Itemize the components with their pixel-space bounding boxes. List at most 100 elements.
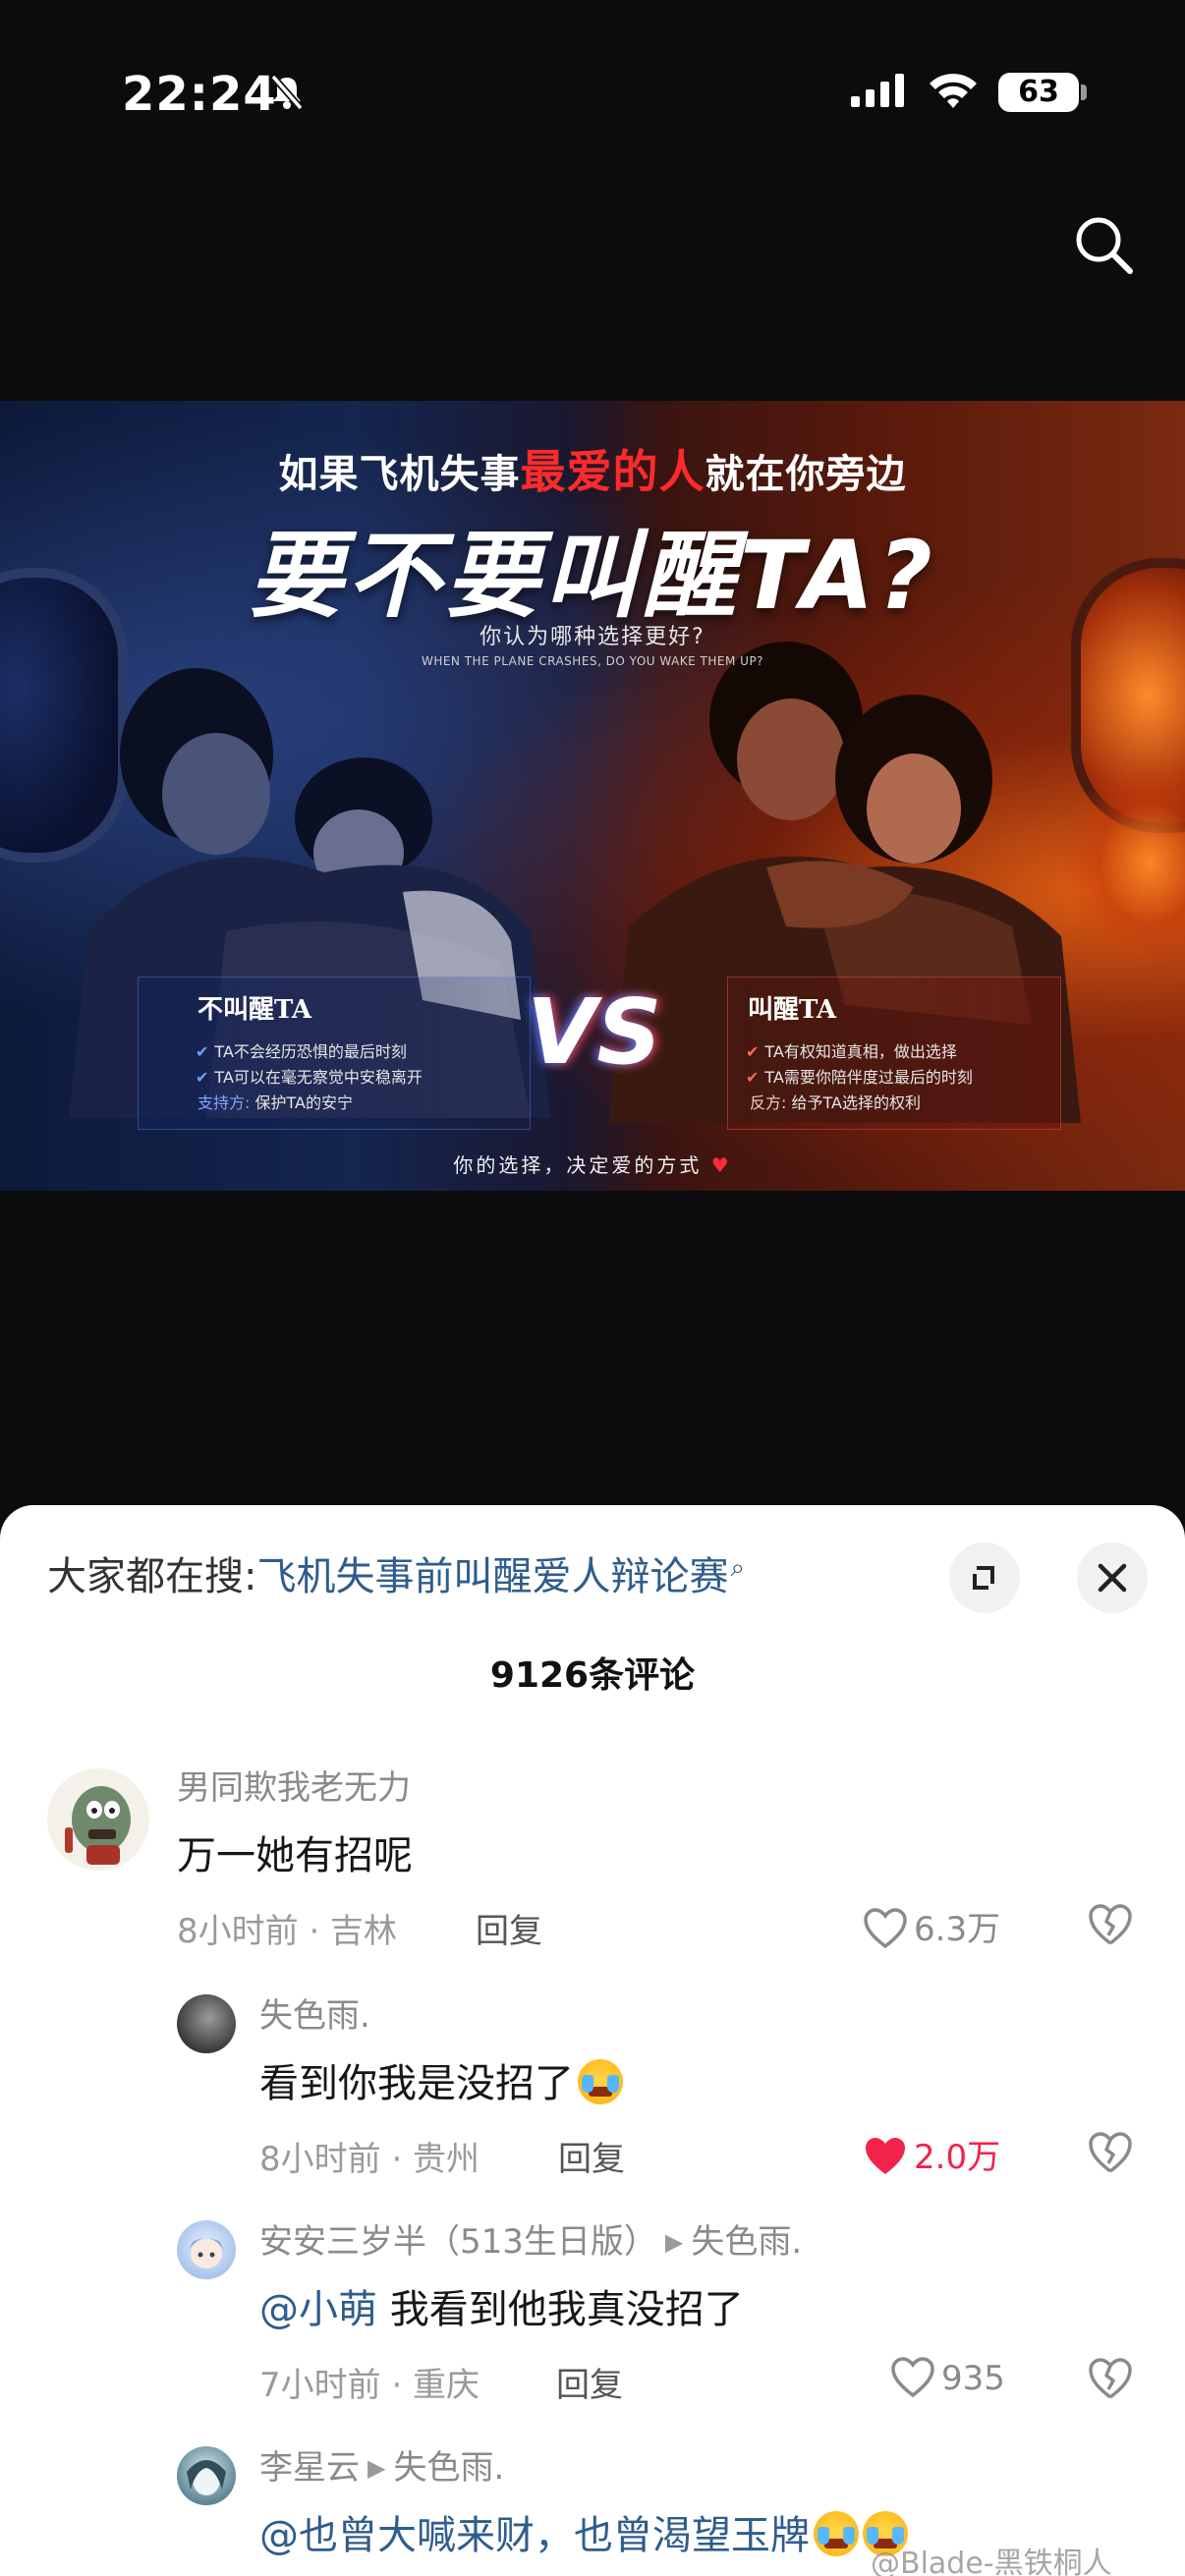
side-text: 给予TA选择的权利 — [791, 1093, 921, 1112]
like-button[interactable]: 6.3万 — [863, 1902, 1000, 1950]
broken-heart-icon — [1089, 1904, 1132, 1945]
check-icon: ✔ — [746, 1068, 760, 1087]
trending-label: 大家都在搜: — [47, 1554, 257, 1599]
heart-outline-icon — [891, 2357, 934, 2398]
option-wake-side: 反方: 给予TA选择的权利 — [750, 1090, 921, 1113]
reply-to-author[interactable]: 失色雨. — [691, 2222, 802, 2262]
like-count: 2.0万 — [914, 2138, 1001, 2177]
search-small-icon: ⌕ — [730, 1552, 746, 1583]
trending-query-link[interactable]: 飞机失事前叫醒爱人辩论赛 — [256, 1554, 728, 1599]
comment-author-line: 李星云 ▶ 失色雨. — [259, 2440, 504, 2489]
headline-highlight: 最爱的人 — [520, 445, 705, 498]
option-wake-item: ✔ TA有权知道真相，做出选择 — [746, 1038, 957, 1062]
search-icon — [1076, 217, 1133, 274]
reply-button[interactable]: 回复 — [556, 2358, 623, 2406]
mute-bell-icon — [267, 73, 307, 116]
comment-sheet: 大家都在搜:飞机失事前叫醒爱人辩论赛⌕ 9126条评论 男同欺我老无力 万一她有… — [0, 1505, 1185, 2576]
comment-meta: 7小时前 · 重庆 — [259, 2366, 480, 2405]
reply-button[interactable]: 回复 — [558, 2132, 625, 2180]
comment-author-line: 安安三岁半（513生日版） ▶ 失色雨. — [259, 2214, 802, 2263]
avatar[interactable] — [177, 2220, 236, 2279]
reply-arrow-icon: ▶ — [664, 2228, 684, 2256]
option-dont-wake-box: 不叫醒TA ✔ TA不会经历恐惧的最后时刻 ✔ TA可以在毫无察觉中安稳离开 支持方… — [138, 977, 531, 1130]
option-dont-wake-item: ✔ TA可以在毫无察觉中安稳离开 — [196, 1064, 423, 1088]
headline-part1: 如果飞机失事 — [278, 452, 521, 497]
close-icon — [1098, 1563, 1127, 1593]
comment-text: @小萌 我看到他我真没招了 — [259, 2277, 744, 2334]
comment-meta: 8小时前 · 吉林 — [177, 1912, 398, 1951]
crying-laughing-emoji-icon — [578, 2059, 623, 2104]
poster-main-title: 要不要叫醒TA? — [248, 521, 936, 631]
expand-button[interactable] — [949, 1542, 1020, 1613]
option-wake-item: ✔ TA需要你陪伴度过最后的时刻 — [746, 1064, 973, 1088]
character-avatar-icon — [187, 2460, 226, 2495]
item-text: TA不会经历恐惧的最后时刻 — [214, 1042, 407, 1061]
mention-link[interactable]: @小萌 — [259, 2287, 377, 2332]
watermark: @Blade-黑铁桐人 — [871, 2547, 1112, 2576]
item-text: TA可以在毫无察觉中安稳离开 — [214, 1068, 423, 1087]
comment-text-body: 看到你我是没招了 — [259, 2061, 574, 2106]
avatar[interactable] — [47, 1768, 149, 1871]
dislike-button[interactable] — [1087, 2130, 1134, 2179]
reply-button[interactable]: 回复 — [476, 1904, 542, 1952]
avatar[interactable] — [177, 2446, 236, 2505]
comment-count: 9126条评论 — [489, 1655, 696, 1696]
side-text: 保护TA的安宁 — [254, 1093, 353, 1112]
avatar[interactable] — [177, 1994, 236, 2053]
heart-icon: ♥ — [710, 1153, 732, 1177]
comment-text-body: 我看到他我真没招了 — [377, 2287, 744, 2332]
cellular-signal-icon — [849, 73, 908, 112]
post-image[interactable]: 如果飞机失事最爱的人就在你旁边 要不要叫醒TA? 你认为哪种选择更好? WHEN… — [0, 401, 1185, 1191]
expand-icon — [973, 1566, 994, 1590]
comment-author[interactable]: 失色雨. — [259, 1988, 370, 2037]
item-text: TA有权知道真相，做出选择 — [764, 1042, 957, 1061]
reply-arrow-icon: ▶ — [367, 2454, 386, 2482]
poster-subtitle-en: WHEN THE PLANE CRASHES, DO YOU WAKE THEM… — [421, 654, 764, 668]
like-count: 6.3万 — [914, 1910, 1001, 1949]
battery-tip — [1081, 84, 1087, 100]
status-time: 22:24 — [122, 67, 277, 122]
comment-text: @也曾大喊来财，也曾渴望玉牌 — [259, 2503, 908, 2560]
side-label: 支持方: — [198, 1093, 251, 1112]
mention-link[interactable]: @也曾大喊来财，也曾渴望玉牌 — [259, 2513, 810, 2558]
check-icon: ✔ — [196, 1042, 209, 1061]
footer-text: 你的选择，决定爱的方式 — [453, 1153, 703, 1177]
crying-laughing-emoji-icon — [814, 2511, 859, 2556]
search-button[interactable] — [1069, 210, 1140, 281]
option-wake-box: 叫醒TA ✔ TA有权知道真相，做出选择 ✔ TA需要你陪伴度过最后的时刻 反方: … — [727, 977, 1061, 1130]
comment-text: 万一她有招呢 — [177, 1833, 413, 1878]
poster-footer: 你的选择，决定爱的方式 ♥ — [0, 1149, 1185, 1178]
comment-meta: 8小时前 · 贵州 — [259, 2140, 480, 2179]
check-icon: ✔ — [746, 1042, 760, 1061]
option-dont-wake-side: 支持方: 保护TA的安宁 — [198, 1090, 353, 1113]
item-text: TA需要你陪伴度过最后的时刻 — [764, 1068, 973, 1087]
broken-heart-icon — [1089, 2132, 1132, 2173]
comment-author[interactable]: 安安三岁半（513生日版） — [259, 2222, 657, 2262]
reply-to-author[interactable]: 失色雨. — [393, 2448, 504, 2488]
like-button[interactable]: 935 — [890, 2356, 1005, 2399]
close-button[interactable] — [1077, 1542, 1148, 1613]
dislike-button[interactable] — [1087, 2356, 1134, 2405]
trending-search[interactable]: 大家都在搜:飞机失事前叫醒爱人辩论赛⌕ — [47, 1544, 745, 1601]
option-wake-title: 叫醒TA — [748, 995, 837, 1025]
poster-headline: 如果飞机失事最爱的人就在你旁边 — [0, 436, 1185, 501]
check-icon: ✔ — [196, 1068, 209, 1087]
wifi-icon — [928, 71, 979, 114]
headline-part2: 就在你旁边 — [705, 452, 907, 497]
option-dont-wake-item: ✔ TA不会经历恐惧的最后时刻 — [196, 1038, 407, 1062]
side-label: 反方: — [750, 1093, 787, 1112]
heart-outline-icon — [864, 1908, 907, 1949]
broken-heart-icon — [1089, 2358, 1132, 2399]
dislike-button[interactable] — [1087, 1902, 1134, 1951]
comment-author[interactable]: 男同欺我老无力 — [177, 1761, 411, 1809]
like-button[interactable]: 2.0万 — [863, 2130, 1000, 2178]
vs-badge: VS — [527, 980, 662, 1085]
heart-filled-icon — [866, 2138, 905, 2174]
zombie-avatar-icon — [65, 1786, 131, 1865]
poster-subtitle-cn: 你认为哪种选择更好? — [480, 625, 705, 649]
status-bar: 22:24 63 — [0, 59, 1185, 138]
option-dont-wake-title: 不叫醒TA — [198, 995, 312, 1025]
comment-text: 看到你我是没招了 — [259, 2051, 623, 2108]
comment-author[interactable]: 李星云 — [259, 2448, 360, 2488]
anime-avatar-icon — [189, 2238, 224, 2268]
